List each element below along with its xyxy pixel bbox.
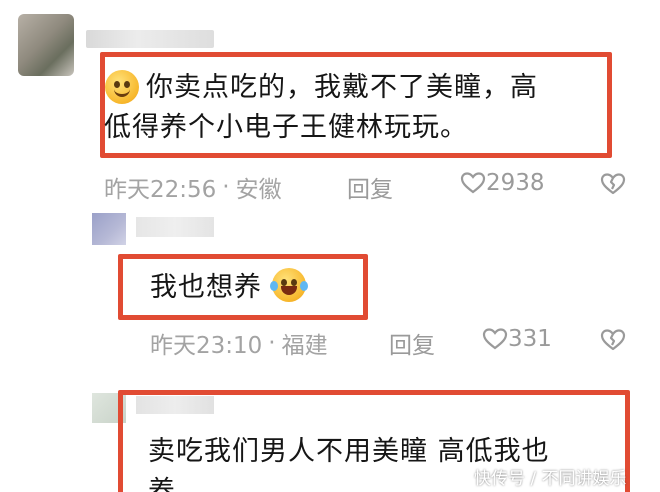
comment-text-line2: 养	[148, 476, 176, 492]
emoji-tear	[299, 281, 308, 291]
reply-button[interactable]: 回复	[347, 170, 393, 204]
comment-text-body: 我也想养	[150, 272, 262, 303]
emoji-mouth	[280, 286, 297, 295]
emoji-eye	[124, 81, 130, 88]
meta-separator: ·	[222, 174, 230, 200]
comment-text: 你卖点吃的，我戴不了美瞳，高 低得养个小电子王健林玩玩。	[104, 68, 606, 148]
watermark: 快传号 / 不同讲娱乐	[474, 469, 627, 489]
emoji-eye	[280, 279, 287, 286]
comment-location: 安徽	[235, 177, 282, 203]
meta-separator: ·	[268, 330, 276, 356]
like-count: 331	[508, 326, 552, 352]
smirk-emoji-icon	[105, 70, 139, 104]
laughing-crying-emoji-icon	[269, 268, 308, 302]
comment-time: 昨天22:56	[104, 177, 217, 203]
like-button[interactable]: 331	[482, 326, 552, 352]
heart-outline-icon	[460, 172, 486, 194]
reply-label: 回复	[347, 177, 393, 203]
heart-outline-icon	[482, 328, 508, 350]
emoji-eye	[114, 81, 120, 88]
emoji-tear	[269, 281, 278, 291]
comment-text: 我也想养	[150, 268, 308, 308]
comment-text-line1: 卖吃我们男人不用美瞳 高低我也	[148, 436, 550, 467]
comment-meta: 昨天23:10 · 福建	[150, 326, 328, 360]
like-button[interactable]: 2938	[460, 170, 545, 196]
comment-text-line2: 低得养个小电子王健林玩玩。	[104, 112, 468, 143]
dislike-button[interactable]	[600, 328, 626, 352]
username-blurred[interactable]	[86, 30, 214, 48]
comment-location: 福建	[281, 333, 328, 359]
dislike-button[interactable]	[600, 172, 626, 196]
emoji-eye	[290, 279, 297, 286]
broken-heart-icon	[600, 329, 626, 351]
avatar[interactable]	[92, 213, 126, 245]
broken-heart-icon	[600, 173, 626, 195]
comment-time: 昨天23:10	[150, 333, 263, 359]
comment-text-line1: 你卖点吃的，我戴不了美瞳，高	[146, 72, 538, 103]
avatar[interactable]	[18, 14, 74, 76]
emoji-mouth	[114, 89, 130, 97]
reply-button[interactable]: 回复	[389, 326, 435, 360]
username-blurred[interactable]	[136, 217, 214, 237]
reply-label: 回复	[389, 333, 435, 359]
comment-meta: 昨天22:56 · 安徽	[104, 170, 282, 204]
like-count: 2938	[486, 170, 545, 196]
